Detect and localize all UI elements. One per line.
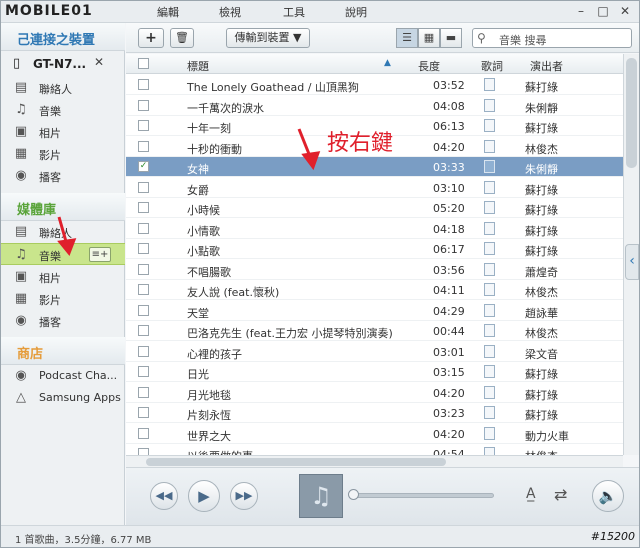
status-bar: 1 首歌曲，3.5分鐘，6.77 MB #15200 — [1, 525, 639, 547]
volume-icon[interactable]: 🔈 — [592, 480, 624, 512]
player-bar: ◀◀ ▶ ▶▶ ♫ A̲ ⇄ 🔈 — [126, 467, 639, 525]
shuffle-icon[interactable]: ⇄ — [554, 485, 567, 504]
annotation-arrowhead — [57, 238, 77, 256]
lyrics-toggle-icon[interactable]: A̲ — [526, 486, 536, 502]
previous-icon[interactable]: ◀◀ — [150, 482, 178, 510]
play-icon[interactable]: ▶ — [188, 480, 220, 512]
watermark: #15200 — [590, 530, 635, 543]
annotation-arrowhead — [301, 151, 321, 171]
seek-bar[interactable] — [352, 493, 494, 498]
next-icon[interactable]: ▶▶ — [230, 482, 258, 510]
status-summary: 1 首歌曲，3.5分鐘，6.77 MB — [15, 535, 152, 546]
seek-handle[interactable] — [348, 489, 359, 500]
app-window: MOBILE01 編輯 檢視 工具 說明 – □ ✕ 己連接之裝置 ▯ GT-N… — [0, 0, 640, 548]
album-art-placeholder: ♫ — [299, 474, 343, 518]
